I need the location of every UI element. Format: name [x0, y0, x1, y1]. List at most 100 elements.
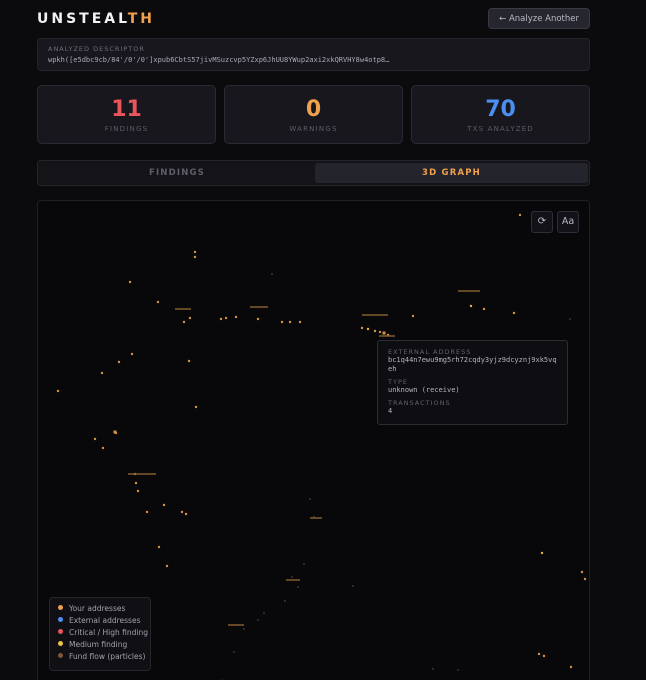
- graph-node[interactable]: [309, 498, 311, 500]
- tooltip-type-label: TYPE: [388, 378, 408, 386]
- graph-node[interactable]: [291, 576, 293, 578]
- view-tabs: FINDINGS 3D GRAPH: [37, 160, 590, 186]
- graph-node[interactable]: [432, 668, 434, 670]
- graph-node[interactable]: [540, 551, 544, 555]
- graph-node-label: [379, 335, 395, 337]
- graph-node[interactable]: [457, 669, 459, 671]
- stat-txs-value: 70: [485, 97, 516, 122]
- stat-txs: 70 TXS ANALYZED: [411, 85, 590, 144]
- graph-node[interactable]: [156, 300, 160, 304]
- graph-node[interactable]: [542, 654, 546, 658]
- graph-node-label: [228, 624, 244, 626]
- legend-critical-high: Critical / High finding: [58, 628, 148, 640]
- app-logo: UNSTEALTH: [37, 11, 156, 27]
- graph-node[interactable]: [537, 652, 541, 656]
- graph-node[interactable]: [257, 619, 259, 621]
- graph-node-label: [458, 290, 480, 292]
- graph-node[interactable]: [303, 563, 305, 565]
- graph-node[interactable]: [580, 570, 584, 574]
- graph-legend: Your addresses External addresses Critic…: [49, 597, 151, 671]
- stat-warnings-value: 0: [305, 97, 322, 122]
- graph-node[interactable]: [469, 304, 473, 308]
- legend-dot: [58, 629, 63, 634]
- graph-node[interactable]: [518, 213, 522, 217]
- graph-node[interactable]: [194, 405, 198, 409]
- graph-node[interactable]: [360, 326, 364, 330]
- graph-node[interactable]: [117, 360, 121, 364]
- graph-node[interactable]: [233, 651, 235, 653]
- graph-node[interactable]: [224, 316, 228, 320]
- graph-node[interactable]: [284, 600, 286, 602]
- graph-node[interactable]: [373, 329, 377, 333]
- stat-findings: 11 FINDINGS: [37, 85, 216, 144]
- tooltip-tx-count: 4: [388, 407, 393, 415]
- graph-node[interactable]: [193, 255, 197, 259]
- legend-fund-flow: Fund flow (particles): [58, 652, 145, 664]
- graph-node[interactable]: [182, 320, 186, 324]
- graph-node[interactable]: [569, 665, 573, 669]
- legend-dot: [58, 653, 63, 658]
- graph-node[interactable]: [482, 307, 486, 311]
- node-tooltip: EXTERNAL ADDRESS bc1q44n7ewu9mg5rh72cqdy…: [377, 340, 568, 425]
- graph-node-label: [286, 579, 300, 581]
- legend-your-addresses: Your addresses: [58, 604, 142, 616]
- reset-view-icon[interactable]: ⟳: [531, 211, 553, 233]
- graph-node[interactable]: [366, 327, 370, 331]
- graph-node[interactable]: [193, 250, 197, 254]
- stat-warnings-label: WARNINGS: [289, 125, 338, 133]
- graph-node[interactable]: [271, 273, 273, 275]
- legend-dot: [58, 617, 63, 622]
- graph-node[interactable]: [100, 371, 104, 375]
- graph-node[interactable]: [256, 317, 260, 321]
- graph-node[interactable]: [583, 577, 587, 581]
- graph-node[interactable]: [134, 481, 138, 485]
- graph-node[interactable]: [145, 510, 149, 514]
- graph-node[interactable]: [243, 628, 245, 630]
- graph-node-label: [175, 308, 191, 310]
- graph-node[interactable]: [165, 564, 169, 568]
- graph-node[interactable]: [512, 311, 516, 315]
- graph-node[interactable]: [180, 510, 184, 514]
- graph-node[interactable]: [297, 586, 299, 588]
- graph-node[interactable]: [101, 446, 105, 450]
- stat-findings-label: FINDINGS: [104, 125, 149, 133]
- graph-node-label: [250, 306, 268, 308]
- graph-node[interactable]: [411, 314, 415, 318]
- graph-node[interactable]: [93, 437, 97, 441]
- graph-node[interactable]: [298, 320, 302, 324]
- graph-node[interactable]: [288, 320, 292, 324]
- legend-dot: [58, 641, 63, 646]
- graph-node[interactable]: [113, 430, 117, 434]
- graph-node[interactable]: [184, 512, 188, 516]
- toggle-labels-button[interactable]: Aa: [557, 211, 579, 233]
- graph-node[interactable]: [56, 389, 60, 393]
- graph-node[interactable]: [136, 489, 140, 493]
- graph-node[interactable]: [219, 317, 223, 321]
- graph-canvas[interactable]: ⟳ Aa EXTERNAL ADDRESS bc1q44n7ewu9mg5rh7…: [37, 200, 590, 680]
- graph-node[interactable]: [382, 331, 386, 335]
- descriptor-label: ANALYZED DESCRIPTOR: [48, 45, 145, 53]
- graph-node[interactable]: [188, 316, 192, 320]
- tab-findings[interactable]: FINDINGS: [40, 163, 314, 183]
- graph-node[interactable]: [130, 352, 134, 356]
- stat-txs-label: TXS ANALYZED: [467, 125, 534, 133]
- graph-node[interactable]: [187, 359, 191, 363]
- graph-node[interactable]: [280, 320, 284, 324]
- graph-node-label: [310, 517, 322, 519]
- graph-node-label: [362, 314, 388, 316]
- graph-node[interactable]: [263, 612, 265, 614]
- graph-node[interactable]: [157, 545, 161, 549]
- graph-node[interactable]: [352, 585, 354, 587]
- analyze-another-button[interactable]: ← Analyze Another: [488, 8, 590, 29]
- graph-node[interactable]: [234, 315, 238, 319]
- stats-row: 11 FINDINGS 0 WARNINGS 70 TXS ANALYZED: [37, 85, 590, 144]
- tab-3d-graph[interactable]: 3D GRAPH: [315, 163, 588, 183]
- graph-node[interactable]: [378, 330, 382, 334]
- graph-node[interactable]: [569, 318, 571, 320]
- stat-findings-value: 11: [111, 97, 142, 122]
- header: UNSTEALTH ← Analyze Another: [37, 8, 590, 30]
- graph-node[interactable]: [128, 280, 132, 284]
- analyzed-descriptor-panel: ANALYZED DESCRIPTOR wpkh([e5dbc9cb/84'/0…: [37, 38, 590, 71]
- graph-node[interactable]: [162, 503, 166, 507]
- descriptor-value: wpkh([e5dbc9cb/84'/0'/0']xpub6CbtS57jivM…: [48, 56, 390, 64]
